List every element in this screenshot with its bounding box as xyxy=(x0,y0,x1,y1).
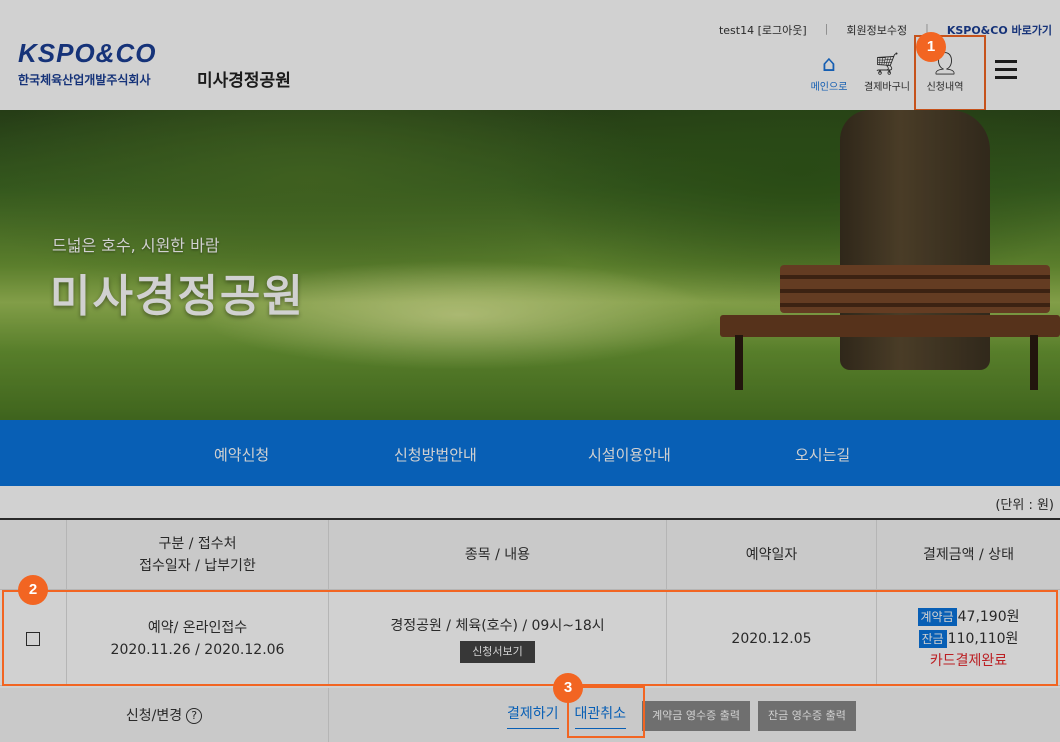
hero-subtitle: 드넓은 호수, 시원한 바람 xyxy=(52,236,220,255)
divider: | xyxy=(824,22,829,35)
unit-label: (단위 : 원) xyxy=(995,498,1054,513)
step-badge-1: 1 xyxy=(916,32,946,62)
step-badge-3: 3 xyxy=(553,673,583,703)
header-payment: 결제금액 / 상태 xyxy=(923,546,1014,563)
home-icon: ⌂ xyxy=(822,52,836,77)
highlight-box-row xyxy=(2,590,1058,686)
reservation-table: 구분 / 접수처 접수일자 / 납부기한 종목 / 내용 예약일자 결제금액 /… xyxy=(0,518,1060,742)
footer-label: 신청/변경 xyxy=(125,707,183,724)
table-footer-row: 신청/변경 ? 결제하기 대관취소 계약금 영수증 출력 잔금 영수증 출력 xyxy=(0,688,1060,742)
header-type: 구분 / 접수처 접수일자 / 납부기한 xyxy=(67,520,329,589)
bench xyxy=(780,265,1050,313)
header-date: 예약일자 xyxy=(667,520,877,589)
nav-main[interactable]: ⌂ 메인으로 xyxy=(800,52,858,93)
logo-subtitle: 한국체육산업개발주식회사 xyxy=(18,73,151,87)
header-content: 종목 / 내용 xyxy=(329,520,667,589)
footer-actions: 결제하기 대관취소 계약금 영수증 출력 잔금 영수증 출력 xyxy=(329,688,1060,742)
user-logout-link[interactable]: test14 [로그아웃] xyxy=(719,22,807,38)
bench-leg xyxy=(1030,335,1038,390)
main-menu: 예약신청 신청방법안내 시설이용안내 오시는길 xyxy=(0,420,1060,486)
menu-directions[interactable]: 오시는길 xyxy=(795,444,850,465)
bench-leg xyxy=(735,335,743,390)
nav-cart[interactable]: 🛒︎ 결제바구니 xyxy=(858,52,916,93)
menu-reservation[interactable]: 예약신청 xyxy=(214,444,269,465)
nav-main-label: 메인으로 xyxy=(810,82,848,93)
header-type-line1: 구분 / 접수처 xyxy=(158,535,237,552)
logo-text: KSPO&CO xyxy=(18,38,157,68)
top-links: test14 [로그아웃] | 회원정보수정 | KSPO&CO 바로가기 xyxy=(719,22,1052,38)
menu-how-to-apply[interactable]: 신청방법안내 xyxy=(394,444,477,465)
kspo-logo[interactable]: KSPO&CO 한국체육산업개발주식회사 xyxy=(18,38,198,90)
cart-icon: 🛒︎ xyxy=(873,52,901,77)
help-icon[interactable]: ? xyxy=(186,707,203,724)
member-info-link[interactable]: 회원정보수정 xyxy=(846,22,907,38)
header-type-line2: 접수일자 / 납부기한 xyxy=(139,557,256,574)
menu-facility-guide[interactable]: 시설이용안내 xyxy=(588,444,671,465)
site-header: test14 [로그아웃] | 회원정보수정 | KSPO&CO 바로가기 KS… xyxy=(0,0,1060,110)
deposit-receipt-button[interactable]: 계약금 영수증 출력 xyxy=(642,700,751,731)
nav-cart-label: 결제바구니 xyxy=(864,82,910,93)
step-badge-2: 2 xyxy=(18,575,48,605)
table-header-row: 구분 / 접수처 접수일자 / 납부기한 종목 / 내용 예약일자 결제금액 /… xyxy=(0,520,1060,590)
hero-banner: 드넓은 호수, 시원한 바람 미사경정공원 xyxy=(0,110,1060,420)
hamburger-menu-icon[interactable] xyxy=(995,60,1017,84)
pay-button[interactable]: 결제하기 xyxy=(507,703,559,729)
hero-title: 미사경정공원 xyxy=(50,271,305,322)
footer-label-cell: 신청/변경 ? xyxy=(0,688,329,742)
site-name: 미사경정공원 xyxy=(197,71,291,91)
balance-receipt-button[interactable]: 잔금 영수증 출력 xyxy=(758,700,856,731)
bench-seat xyxy=(720,315,1060,337)
